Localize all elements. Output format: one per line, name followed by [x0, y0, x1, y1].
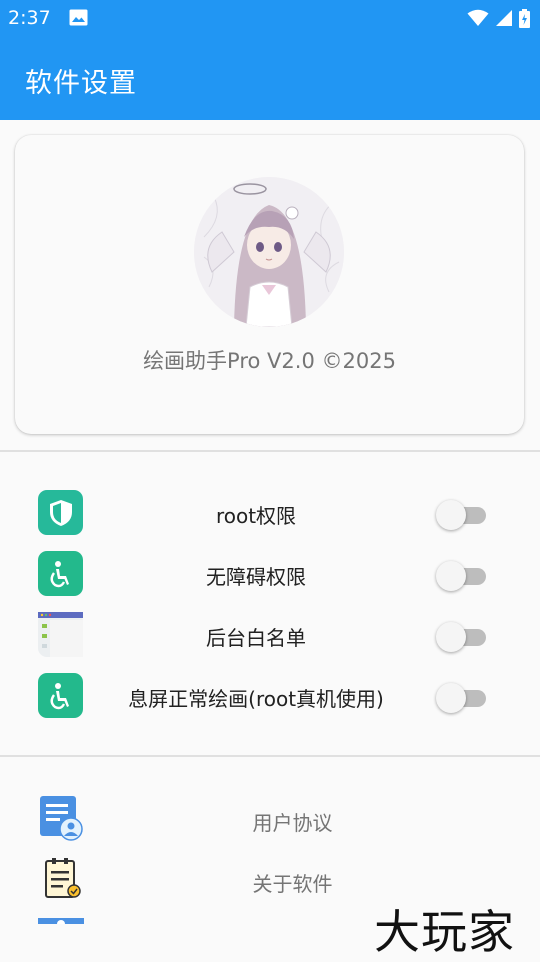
- app-bar: 软件设置: [0, 37, 540, 120]
- app-version-caption: 绘画助手Pro V2.0 ©2025: [143, 349, 396, 373]
- divider: [0, 755, 540, 757]
- setting-row-root[interactable]: root权限: [0, 490, 540, 540]
- status-icons: [467, 8, 530, 28]
- divider: [0, 450, 540, 452]
- link-user-agreement[interactable]: 用户协议: [0, 796, 540, 846]
- link-label-about: 关于软件: [252, 872, 333, 896]
- clipboard-check-icon: [45, 858, 81, 898]
- photo-icon: [69, 9, 88, 26]
- battery-icon: [519, 8, 530, 28]
- user-agreement-icon: [40, 796, 83, 841]
- screen-off-toggle[interactable]: [436, 682, 486, 713]
- page-title: 软件设置: [25, 68, 137, 99]
- root-toggle[interactable]: [436, 499, 486, 530]
- anime-avatar-image: [194, 177, 344, 327]
- signal-icon: [496, 10, 512, 26]
- accessibility-icon: [38, 673, 83, 718]
- setting-row-accessibility[interactable]: 无障碍权限: [0, 551, 540, 601]
- profile-card: 绘画助手Pro V2.0 ©2025: [15, 135, 524, 434]
- partial-list-icon: [38, 918, 84, 924]
- accessibility-icon: [38, 551, 83, 596]
- setting-row-screen-off[interactable]: 息屏正常绘画(root真机使用): [0, 673, 540, 723]
- setting-row-whitelist[interactable]: 后台白名单: [0, 612, 540, 662]
- watermark: 大玩家: [374, 905, 515, 959]
- setting-label-accessibility: 无障碍权限: [206, 565, 306, 589]
- whitelist-toggle[interactable]: [436, 621, 486, 652]
- status-time: 2:37: [8, 7, 51, 29]
- shield-icon: [38, 490, 83, 535]
- accessibility-toggle[interactable]: [436, 560, 486, 591]
- avatar: [194, 177, 344, 327]
- setting-label-root: root权限: [215, 504, 297, 528]
- link-label-user-agreement: 用户协议: [252, 811, 333, 835]
- app-window-icon: [38, 612, 83, 657]
- wifi-icon: [467, 9, 489, 26]
- setting-label-screen-off: 息屏正常绘画(root真机使用): [128, 687, 384, 711]
- status-bar: 2:37: [0, 0, 540, 37]
- setting-label-whitelist: 后台白名单: [206, 626, 306, 650]
